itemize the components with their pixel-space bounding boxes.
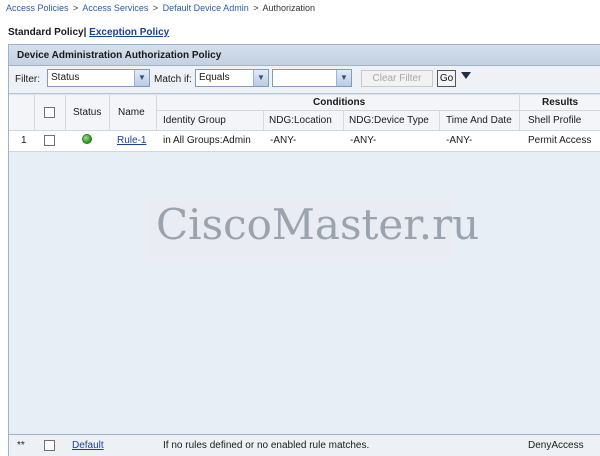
rule-name-link[interactable]: Rule-1 (117, 135, 146, 146)
default-rule-link[interactable]: Default (72, 440, 104, 451)
header-shell-profile-label: Shell Profile (528, 115, 582, 126)
header-ndg-location-label: NDG:Location (269, 115, 332, 126)
header-status-label: Status (73, 107, 102, 118)
identity-group-cell: in All Groups:Admin (163, 135, 251, 146)
chevron-down-icon: ▼ (253, 70, 268, 86)
header-ndg-location[interactable]: NDG:Location (264, 111, 344, 130)
chevron-down-icon: ▼ (336, 70, 351, 86)
ndg-location-cell: -ANY- (270, 135, 297, 146)
breadcrumb-separator: > (253, 3, 259, 13)
filter-operator-select[interactable]: Equals ▼ (195, 69, 269, 87)
ndg-device-type-cell: -ANY- (350, 135, 377, 146)
policy-table: Status Name Conditions Results Identity … (9, 95, 600, 435)
clear-filter-button[interactable]: Clear Filter (361, 70, 433, 87)
filter-bar: Filter: Status ▼ Match if: Equals ▼ ▼ Cl… (9, 66, 600, 94)
breadcrumb-separator: > (152, 3, 159, 13)
header-time-and-date-label: Time And Date (446, 115, 512, 126)
watermark-text: CiscoMaster.ru (156, 200, 480, 249)
go-button[interactable]: Go (437, 70, 456, 87)
header-results-label: Results (542, 97, 579, 108)
filter-operator-value: Equals (199, 72, 230, 83)
match-if-label: Match if: (154, 74, 192, 85)
triangle-down-icon[interactable] (461, 72, 471, 79)
header-status[interactable]: Status (66, 95, 110, 130)
filter-label: Filter: (15, 74, 40, 85)
header-select (35, 95, 66, 130)
default-row-marker: ** (17, 440, 25, 451)
row-number: 1 (21, 135, 27, 146)
watermark: CiscoMaster.ru (146, 194, 479, 262)
header-num (9, 95, 35, 130)
chevron-down-icon: ▼ (134, 70, 149, 86)
tab-divider: | (83, 27, 87, 38)
header-ndg-device-type-label: NDG:Device Type (349, 115, 429, 126)
header-name-label: Name (118, 107, 145, 118)
filter-field-value: Status (51, 72, 80, 83)
row-divider (9, 151, 600, 152)
row-checkbox[interactable] (44, 135, 55, 146)
header-ndg-device-type[interactable]: NDG:Device Type (344, 111, 440, 130)
header-shell-profile[interactable]: Shell Profile (520, 111, 600, 130)
tab-standard-policy[interactable]: Standard Policy (8, 27, 84, 38)
header-identity-group[interactable]: Identity Group (157, 111, 264, 130)
shell-profile-cell: Permit Access (528, 135, 592, 146)
header-name[interactable]: Name (110, 95, 157, 130)
breadcrumb-access-services[interactable]: Access Services (82, 3, 148, 13)
breadcrumb-default-device-admin[interactable]: Default Device Admin (163, 3, 249, 13)
panel-title: Device Administration Authorization Poli… (9, 45, 600, 66)
default-shell-profile-cell: DenyAccess (528, 440, 584, 451)
policy-tabs: Standard Policy| Exception Policy (8, 27, 169, 38)
header-results-group: Results (520, 95, 600, 111)
breadcrumb: Access Policies > Access Services > Defa… (6, 3, 315, 13)
select-all-checkbox[interactable] (44, 107, 55, 118)
filter-field-select[interactable]: Status ▼ (47, 69, 150, 87)
breadcrumb-access-policies[interactable]: Access Policies (6, 3, 69, 13)
header-time-and-date[interactable]: Time And Date (440, 111, 520, 130)
tab-exception-policy[interactable]: Exception Policy (89, 27, 169, 38)
default-row-checkbox[interactable] (44, 440, 55, 451)
header-identity-group-label: Identity Group (163, 115, 226, 126)
breadcrumb-current-authorization: Authorization (262, 3, 316, 13)
default-rule-row[interactable]: ** Default If no rules defined or no ena… (9, 434, 600, 456)
table-row[interactable]: 1 Rule-1 in All Groups:Admin -ANY- -ANY-… (9, 131, 600, 151)
header-conditions-group: Conditions (157, 95, 520, 111)
filter-value-select[interactable]: ▼ (272, 69, 352, 87)
status-enabled-icon (82, 134, 92, 144)
breadcrumb-separator: > (73, 3, 79, 13)
default-rule-description: If no rules defined or no enabled rule m… (163, 440, 370, 451)
header-conditions-label: Conditions (313, 97, 366, 108)
time-and-date-cell: -ANY- (446, 135, 473, 146)
